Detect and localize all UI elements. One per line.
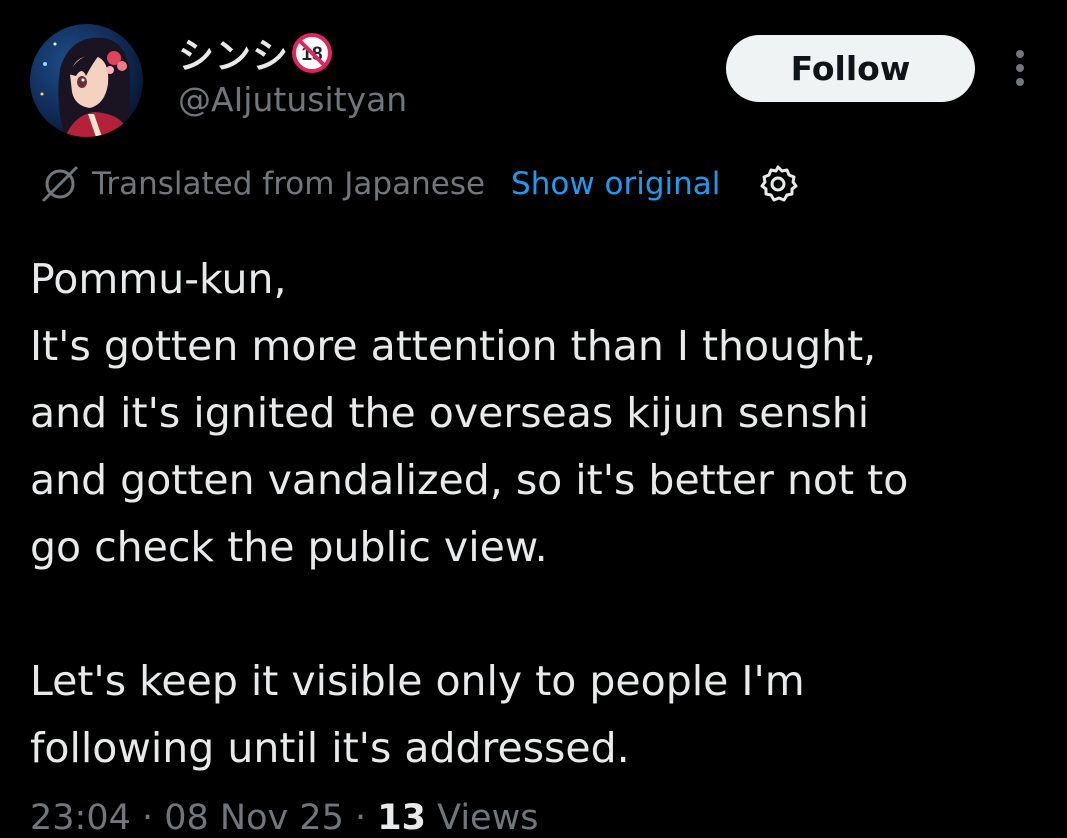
tweet-date[interactable]: 08 Nov 25 [164, 798, 344, 838]
views-label: Views [437, 798, 539, 838]
meta-separator: · [130, 798, 165, 838]
author-names: シンシ 18 @AIjutusityan [178, 30, 407, 119]
tweet-meta: 23:04 · 08 Nov 25 · 13 Views [30, 798, 538, 838]
gear-icon[interactable] [756, 162, 800, 206]
tweet-line: Pommu-kun, [30, 255, 287, 303]
tweet-line: and gotten vandalized, so it's better no… [30, 456, 909, 504]
author-handle[interactable]: @AIjutusityan [178, 80, 407, 119]
tweet-line: and it's ignited the overseas kijun sens… [30, 389, 870, 437]
translation-bar: Translated from Japanese Show original [40, 160, 800, 208]
tweet-line: go check the public view. [30, 523, 548, 571]
avatar[interactable] [30, 24, 143, 137]
more-vertical-icon[interactable] [1008, 48, 1032, 88]
tweet-line: It's gotten more attention than I though… [30, 322, 877, 370]
views-count: 13 [377, 798, 427, 838]
translate-icon [40, 164, 80, 204]
tweet-header: シンシ 18 @AIjutusityan Follow [30, 24, 1040, 140]
no-under-18-icon: 18 [291, 32, 333, 74]
tweet-line [30, 581, 1050, 648]
tweet-text: Pommu-kun, It's gotten more attention th… [30, 246, 1050, 782]
tweet-line: following until it's addressed. [30, 724, 630, 772]
tweet-time[interactable]: 23:04 [30, 798, 131, 838]
display-name-row: シンシ 18 [178, 27, 407, 79]
tweet-line: Let's keep it visible only to people I'm [30, 657, 805, 705]
meta-separator: · [343, 798, 378, 838]
avatar-image [30, 24, 143, 137]
translated-from-label: Translated from Japanese [92, 166, 486, 202]
display-name[interactable]: シンシ [178, 27, 289, 79]
show-original-link[interactable]: Show original [511, 166, 720, 202]
follow-button[interactable]: Follow [726, 35, 975, 102]
